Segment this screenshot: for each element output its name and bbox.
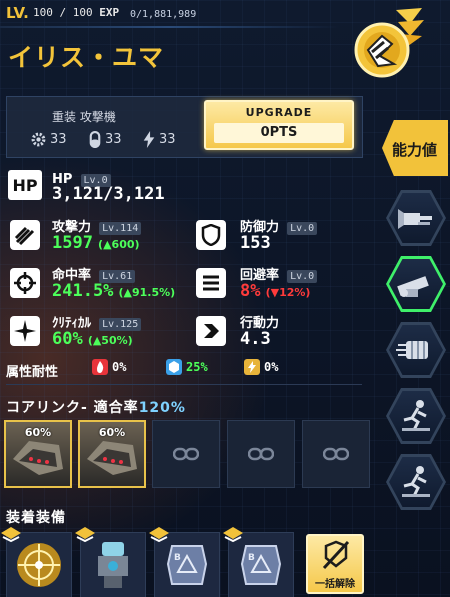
unequip-icon [322,540,350,570]
shield-icon [201,224,221,246]
crosshair-icon [14,272,36,294]
core-slot-1[interactable]: 60% [4,420,72,488]
action-value: 4.3 [240,329,271,349]
unequip-all-label: 一括解除 [315,579,355,590]
core-slot-4[interactable] [227,420,295,488]
chain-link-icon [173,447,199,461]
armor-chip-icon: B [166,545,208,585]
mini-stat-gear: 33 [30,131,67,148]
mini-stat-bolt: 33 [142,131,176,148]
runner-icon [402,400,430,431]
lightning-icon [244,359,260,375]
defense-value: 153 [240,233,271,253]
lines-icon [203,275,219,291]
resist-lightning: 0% [244,359,278,375]
svg-text:B: B [174,553,181,563]
level-value: 100 / 100 EXP [33,6,120,19]
defense-icon [196,220,226,250]
capsule-icon [89,131,101,148]
attack-icon [10,220,40,250]
crosshair-chip-icon [17,543,61,587]
armor-chip-icon: B [240,545,282,585]
equip-slot-1[interactable] [1,527,72,597]
cannon-icon [398,209,432,229]
tab-ability-label: 能力値 [392,141,438,159]
equip-slot-4[interactable]: B [223,527,294,597]
core-link-title: コアリンク- 適合率120% [6,400,186,416]
resist-fire: 0% [92,359,126,375]
critical-icon [10,316,40,346]
hp-value: 3,121/3,121 [52,184,165,204]
core-slot-3[interactable] [152,420,220,488]
runner-icon [402,466,430,497]
upgrade-label: UPGRADE [245,106,313,119]
core-slot-2[interactable]: 60% [78,420,146,488]
launcher-icon [397,276,429,297]
equip-slot-3[interactable]: B [149,527,220,597]
attack-value-row: 1597 (▲600) [52,233,140,253]
hp-icon: HP [8,170,42,200]
fire-icon [92,359,108,375]
critical-value-row: 60% (▲50%) [52,329,133,349]
evasion-icon [196,268,226,298]
accuracy-icon [10,268,40,298]
unit-type: 重装 攻撃機 [52,110,116,124]
svg-text:B: B [248,553,255,563]
resist-label: 属性耐性 [6,365,59,380]
mini-stat-capsule: 33 [88,131,122,148]
gear-icon [31,132,46,147]
equip-slot-2[interactable] [75,527,146,597]
chevron-right-icon [204,324,219,338]
character-name: イリス・ユマ [8,43,165,72]
section-divider [6,384,362,385]
resist-ice: 25% [166,359,208,375]
exp-value: 0/1,881,989 [130,9,197,20]
bolt-icon [143,131,155,148]
rank-emblem-icon [354,8,424,78]
upgrade-points: 0PTS [260,125,298,140]
chain-link-icon [248,447,274,461]
core-slot-5[interactable] [302,420,370,488]
level-label: LV. [6,4,29,22]
chain-link-icon [323,447,349,461]
action-icon [196,316,226,346]
robot-part-icon [98,542,128,588]
evasion-value-row: 8% (▼12%) [240,281,311,301]
accuracy-value-row: 241.5% (▲91.5%) [52,281,176,301]
equipment-title: 装着装備 [6,510,66,526]
ice-icon [166,359,182,375]
fist-icon [396,341,428,359]
sparkle-icon [14,320,36,342]
header-divider [0,26,340,28]
